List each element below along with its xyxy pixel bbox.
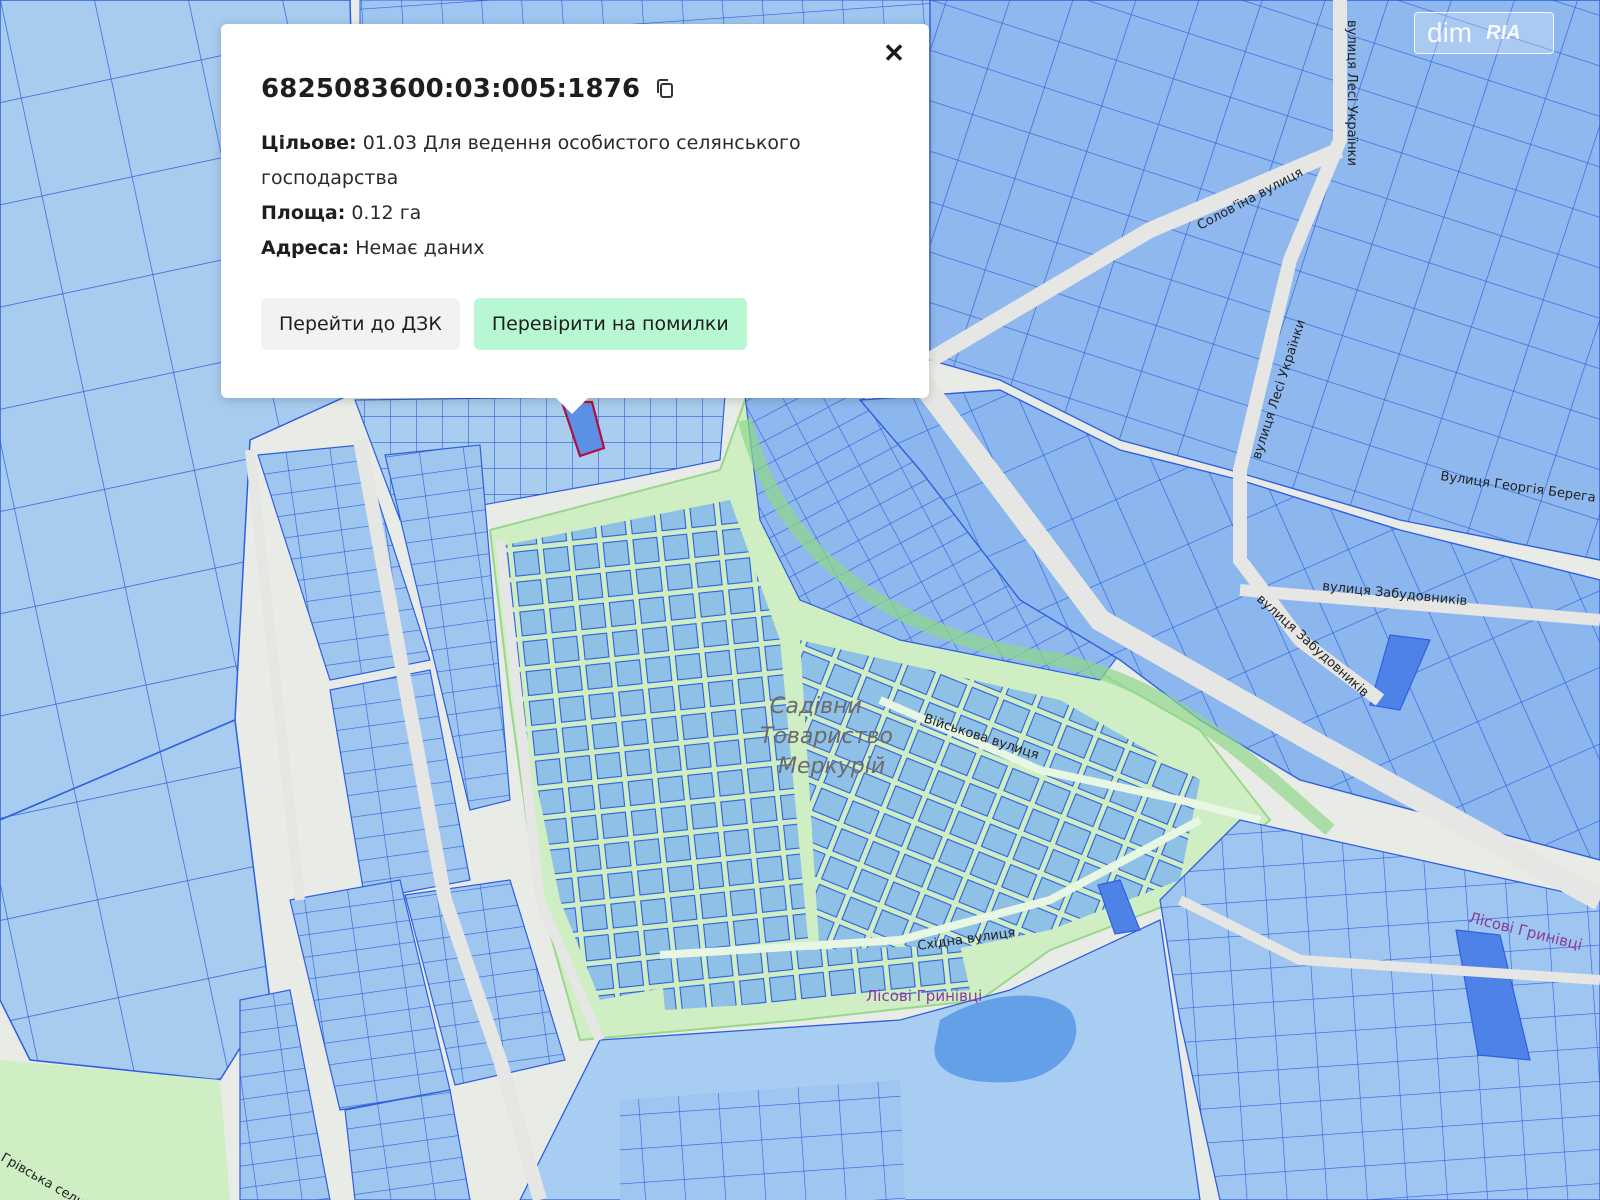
area-label: Площа: (261, 202, 346, 224)
dimria-watermark: dim RIA (1414, 12, 1554, 54)
go-to-dzk-button[interactable]: Перейти до ДЗК (261, 298, 460, 350)
garden-label-line1: Садівни (770, 694, 862, 719)
parcel-title-row: 6825083600:03:005:1876 (261, 74, 889, 104)
check-errors-button[interactable]: Перевірити на помилки (473, 298, 747, 350)
parcel-cadastral-number: 6825083600:03:005:1876 (261, 74, 641, 104)
address-label: Адреса: (261, 237, 350, 259)
purpose-label: Цільове: (261, 132, 357, 154)
street-label-lesi-1: вулиця Лесі Українки (1344, 20, 1359, 166)
close-icon[interactable]: ✕ (879, 38, 909, 68)
watermark-ria: RIA (1486, 21, 1521, 44)
parcel-area-south-inner[interactable] (620, 1080, 905, 1200)
area-value: 0.12 га (351, 202, 422, 224)
garden-label-line3: Меркурій (778, 754, 885, 779)
copy-icon[interactable] (654, 77, 676, 101)
purpose-row: Цільове: 01.03 Для ведення особистого се… (261, 126, 889, 196)
address-value: Немає даних (355, 237, 485, 259)
popup-pointer (555, 397, 589, 414)
parcel-info-popup: ✕ 6825083600:03:005:1876 Цільове: 01.03 … (221, 24, 929, 398)
watermark-dim: dim (1427, 17, 1473, 48)
place-label-lisovi-1: Лісові Гринівці (866, 987, 982, 1005)
parcel-info: Цільове: 01.03 Для ведення особистого се… (261, 126, 889, 266)
garden-label-line2: Товариство (760, 724, 893, 749)
area-row: Площа: 0.12 га (261, 196, 889, 231)
parcel-area-strip-6[interactable] (344, 1089, 471, 1200)
address-row: Адреса: Немає даних (261, 231, 889, 266)
popup-actions: Перейти до ДЗК Перевірити на помилки (261, 298, 747, 350)
